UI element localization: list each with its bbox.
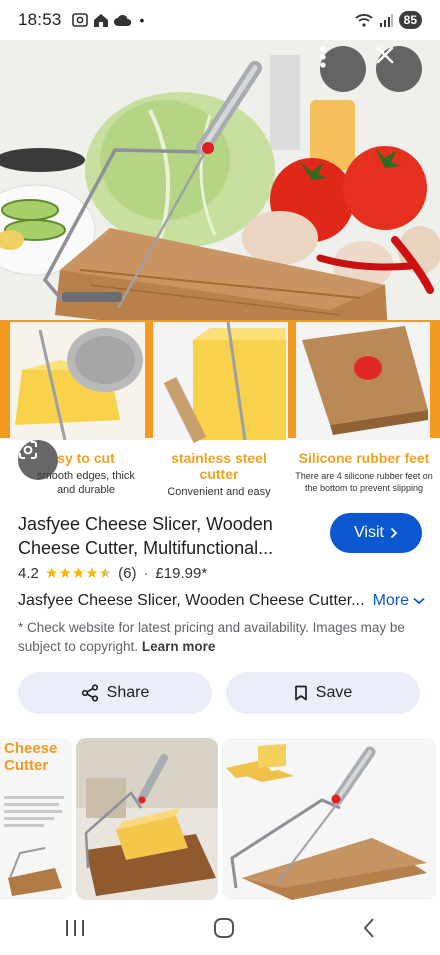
- notification-dot-icon: •: [139, 12, 145, 28]
- status-bar: 18:53 • 85: [0, 0, 440, 40]
- kebab-icon: [320, 46, 326, 68]
- visit-button[interactable]: Visit: [330, 513, 422, 553]
- more-button[interactable]: More: [373, 592, 425, 610]
- screenshot-icon: [71, 13, 88, 27]
- store-row: Jasfyee Cheese Slicer, Wooden Cheese Cut…: [18, 592, 428, 610]
- more-options-button[interactable]: [320, 46, 366, 92]
- feature-3-desc: There are 4 silicone rubber feet on the …: [295, 471, 433, 493]
- related-image-1[interactable]: Cheese Cutter: [0, 738, 72, 900]
- product-image[interactable]: sy to cut smooth edges, thick and durabl…: [0, 40, 440, 500]
- battery-indicator: 85: [398, 11, 422, 29]
- save-button[interactable]: Save: [226, 672, 420, 714]
- rating-value: 4.2: [18, 565, 39, 582]
- lens-icon: [19, 441, 37, 459]
- feature-2: stainless steel cutter Convenient and ea…: [150, 450, 288, 500]
- separator: ·: [143, 565, 149, 582]
- product-photo: [0, 40, 440, 500]
- feature-2-title: stainless steel cutter: [171, 450, 267, 482]
- google-lens-button[interactable]: [18, 440, 58, 480]
- close-button[interactable]: [376, 46, 422, 92]
- related-image-1-photo: [4, 796, 64, 896]
- star-icon: ★: [85, 565, 99, 582]
- share-button[interactable]: Share: [18, 672, 212, 714]
- learn-more-link[interactable]: Learn more: [142, 639, 216, 654]
- star-icon: ★: [58, 565, 72, 582]
- star-icon: ★: [71, 565, 86, 582]
- system-nav-bar: [0, 900, 440, 955]
- feature-3: Silicone rubber feet There are 4 silicon…: [290, 450, 438, 494]
- star-icon: ★: [44, 565, 59, 582]
- price: £19.99*: [155, 565, 208, 582]
- back-icon[interactable]: [362, 917, 376, 939]
- feature-3-title: Silicone rubber feet: [298, 450, 430, 466]
- rating-row: 4.2 ★ ★ ★ ★ ★ (6) · £19.99*: [18, 565, 207, 582]
- review-count: (6): [118, 565, 137, 582]
- cloud-icon: [113, 14, 131, 26]
- signal-icon: [379, 13, 393, 27]
- home-icon[interactable]: [213, 917, 235, 939]
- related-image-2-photo: [76, 738, 218, 900]
- related-image-3-photo: [222, 738, 436, 900]
- home-app-icon: [93, 13, 108, 27]
- disclaimer: * Check website for latest pricing and a…: [18, 618, 428, 656]
- recent-apps-icon[interactable]: [64, 918, 86, 938]
- star-partial-icon: ★: [98, 565, 113, 582]
- store-name: Jasfyee Cheese Slicer, Wooden Cheese Cut…: [18, 592, 365, 609]
- more-label: More: [372, 592, 410, 609]
- status-icons: •: [71, 12, 145, 28]
- chevron-down-icon: [413, 597, 425, 605]
- wifi-icon: [355, 14, 373, 27]
- visit-label: Visit: [354, 524, 384, 541]
- share-icon: [81, 684, 98, 702]
- chevron-right-icon: [390, 527, 398, 539]
- related-images: Cheese Cutter: [0, 738, 440, 900]
- bookmark-icon: [294, 685, 307, 701]
- save-label: Save: [315, 684, 353, 701]
- share-label: Share: [106, 684, 150, 701]
- related-image-2[interactable]: [76, 738, 218, 900]
- rating-stars: ★ ★ ★ ★ ★: [45, 566, 112, 581]
- close-icon: [376, 46, 394, 64]
- related-image-3[interactable]: [222, 738, 436, 900]
- feature-2-desc: Convenient and easy to clean: [167, 486, 271, 498]
- product-title[interactable]: Jasfyee Cheese Slicer, Wooden Cheese Cut…: [18, 512, 308, 560]
- status-time: 18:53: [18, 10, 62, 29]
